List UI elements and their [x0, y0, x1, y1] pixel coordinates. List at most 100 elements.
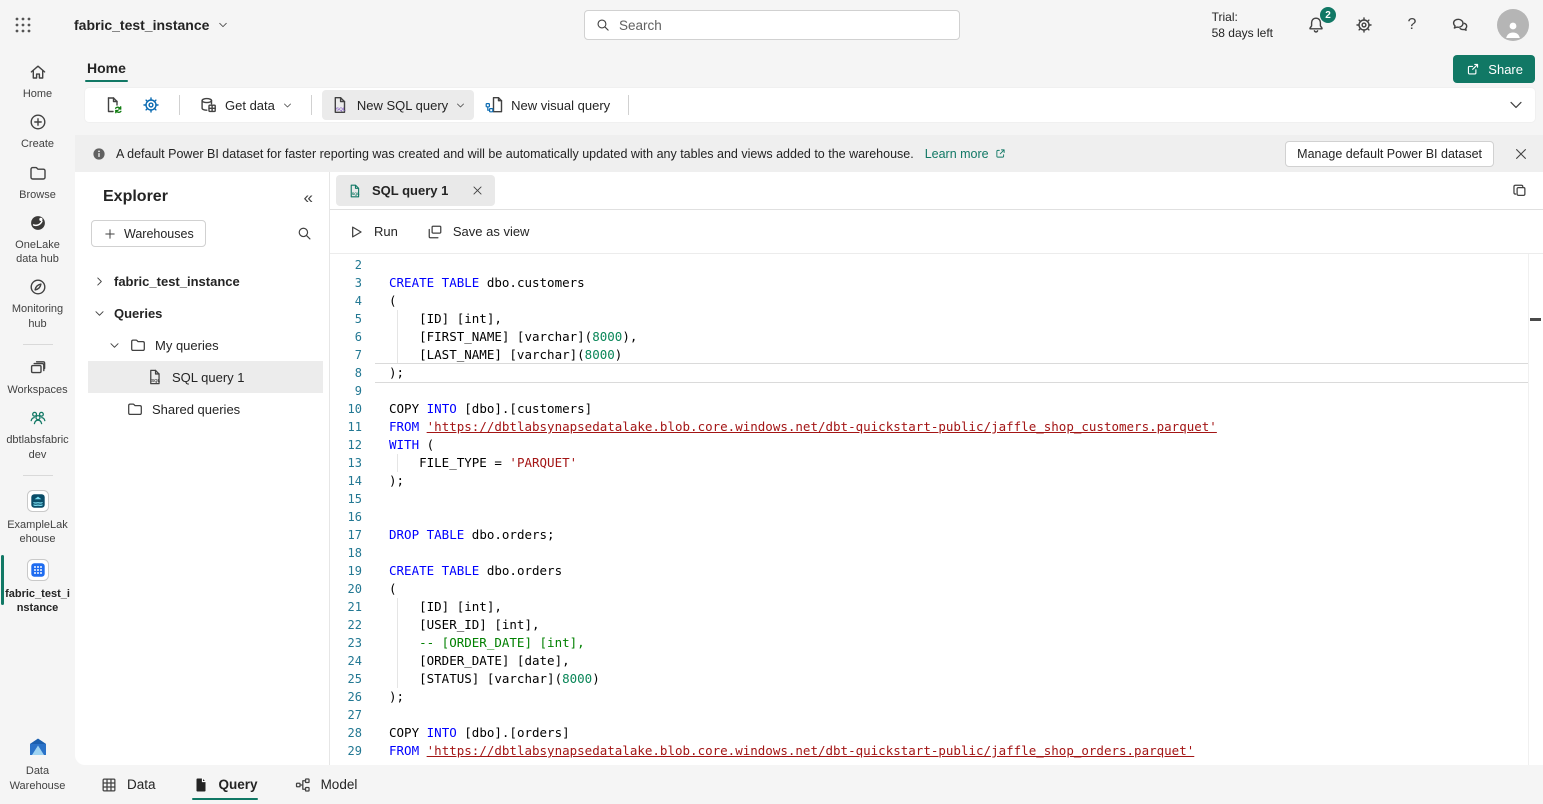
code-line-3[interactable]: 3CREATE TABLE dbo.customers	[330, 274, 1543, 292]
line-content: );	[375, 472, 404, 490]
new-visual-query-button[interactable]: New visual query	[476, 90, 618, 120]
code-line-22[interactable]: 22 [USER_ID] [int],	[330, 616, 1543, 634]
feedback-button[interactable]	[1449, 14, 1471, 36]
line-number: 14	[330, 472, 375, 490]
code-line-27[interactable]: 27	[330, 706, 1543, 724]
code-line-28[interactable]: 28COPY INTO [dbo].[orders]	[330, 724, 1543, 742]
code-line-14[interactable]: 14);	[330, 472, 1543, 490]
tree-item-shared-queries[interactable]: Shared queries	[75, 393, 329, 425]
feedback-icon	[1450, 15, 1470, 35]
save-view-icon	[426, 223, 444, 241]
explorer-search-icon[interactable]	[296, 225, 313, 242]
rail-item-dbtlabsfabricdev[interactable]: dbtlabsfabricdev	[0, 408, 75, 462]
app-launcher-button[interactable]	[0, 0, 46, 50]
tree-item-queries[interactable]: Queries	[75, 297, 329, 329]
line-content: [USER_ID] [int],	[375, 616, 540, 634]
query-tab-title: SQL query 1	[372, 183, 448, 198]
explorer-panel: Explorer « Warehouses fabric_test_instan…	[75, 172, 330, 765]
rail-item-onelake-data-hub[interactable]: OneLake data hub	[0, 213, 75, 267]
code-line-29[interactable]: 29FROM 'https://dbtlabsynapsedatalake.bl…	[330, 742, 1543, 760]
code-line-6[interactable]: 6 [FIRST_NAME] [varchar](8000),	[330, 328, 1543, 346]
code-line-11[interactable]: 11FROM 'https://dbtlabsynapsedatalake.bl…	[330, 418, 1543, 436]
toolbar-divider	[179, 95, 180, 115]
rail-item-browse[interactable]: Browse	[0, 163, 75, 202]
view-tab-query[interactable]: Query	[192, 765, 258, 804]
code-line-16[interactable]: 16	[330, 508, 1543, 526]
save-as-view-button[interactable]: Save as view	[426, 223, 530, 241]
code-line-10[interactable]: 10COPY INTO [dbo].[customers]	[330, 400, 1543, 418]
chevron-right-icon[interactable]	[93, 275, 106, 288]
code-line-25[interactable]: 25 [STATUS] [varchar](8000)	[330, 670, 1543, 688]
code-line-4[interactable]: 4(	[330, 292, 1543, 310]
chevron-down-icon[interactable]	[93, 307, 106, 320]
tree-item-sql-query-1[interactable]: SQLSQL query 1	[88, 361, 323, 393]
get-data-button[interactable]: Get data	[190, 90, 301, 120]
code-line-24[interactable]: 24 [ORDER_DATE] [date],	[330, 652, 1543, 670]
account-avatar[interactable]	[1497, 9, 1529, 41]
tab-home[interactable]: Home	[85, 54, 128, 84]
code-line-9[interactable]: 9	[330, 382, 1543, 400]
rail-item-data-warehouse[interactable]: Data Warehouse	[0, 735, 75, 793]
run-button[interactable]: Run	[347, 223, 398, 241]
code-line-12[interactable]: 12WITH (	[330, 436, 1543, 454]
code-line-19[interactable]: 19CREATE TABLE dbo.orders	[330, 562, 1543, 580]
learn-more-link[interactable]: Learn more	[925, 147, 1007, 161]
share-button[interactable]: Share	[1453, 55, 1535, 83]
code-line-18[interactable]: 18	[330, 544, 1543, 562]
tab-close-icon[interactable]	[471, 184, 484, 197]
rail-item-home[interactable]: Home	[0, 62, 75, 101]
code-line-5[interactable]: 5 [ID] [int],	[330, 310, 1543, 328]
view-tab-data[interactable]: Data	[100, 765, 156, 804]
copy-icon[interactable]	[1511, 182, 1529, 200]
settings-button[interactable]	[1353, 14, 1375, 36]
refresh-button[interactable]	[95, 90, 131, 120]
chevron-down-icon[interactable]	[108, 339, 121, 352]
code-line-17[interactable]: 17DROP TABLE dbo.orders;	[330, 526, 1543, 544]
line-number: 8	[330, 364, 375, 382]
workspace-switcher[interactable]: fabric_test_instance	[74, 17, 229, 33]
line-content: [FIRST_NAME] [varchar](8000),	[375, 328, 637, 346]
line-content: FROM 'https://dbtlabsynapsedatalake.blob…	[375, 418, 1217, 436]
explorer-collapse-icon[interactable]: «	[304, 189, 313, 206]
rail-item-workspaces[interactable]: Workspaces	[0, 358, 75, 397]
rail-item-fabric-test-instance[interactable]: fabric_test_instance	[0, 558, 75, 616]
warehouses-label: Warehouses	[124, 227, 194, 241]
rail-item-monitoring-hub[interactable]: Monitoring hub	[0, 277, 75, 331]
code-line-21[interactable]: 21 [ID] [int],	[330, 598, 1543, 616]
code-line-26[interactable]: 26);	[330, 688, 1543, 706]
global-search[interactable]	[584, 10, 960, 40]
rail-divider	[23, 344, 53, 345]
code-line-7[interactable]: 7 [LAST_NAME] [varchar](8000)	[330, 346, 1543, 364]
line-content: [ORDER_DATE] [date],	[375, 652, 570, 670]
sql-code-editor[interactable]: 23CREATE TABLE dbo.customers4(5 [ID] [in…	[330, 254, 1543, 765]
query-tab-bar: SQL SQL query 1	[330, 172, 1543, 210]
rail-item-create[interactable]: Create	[0, 112, 75, 151]
explorer-title: Explorer	[103, 188, 304, 206]
code-line-2[interactable]: 2	[330, 256, 1543, 274]
home-icon	[28, 62, 48, 82]
rail-item-label: Monitoring hub	[5, 302, 71, 331]
line-number: 19	[330, 562, 375, 580]
tree-item-my-queries[interactable]: My queries	[75, 329, 329, 361]
add-warehouses-button[interactable]: Warehouses	[91, 220, 206, 247]
code-line-15[interactable]: 15	[330, 490, 1543, 508]
search-input[interactable]	[619, 18, 949, 33]
view-tab-model[interactable]: Model	[294, 765, 358, 804]
code-line-23[interactable]: 23 -- [ORDER_DATE] [int],	[330, 634, 1543, 652]
help-button[interactable]: ?	[1401, 14, 1423, 36]
manage-dataset-button[interactable]: Manage default Power BI dataset	[1285, 141, 1494, 167]
query-tab[interactable]: SQL SQL query 1	[336, 175, 495, 206]
code-line-13[interactable]: 13 FILE_TYPE = 'PARQUET'	[330, 454, 1543, 472]
line-number: 10	[330, 400, 375, 418]
code-line-20[interactable]: 20(	[330, 580, 1543, 598]
tree-item-fabric-test-instance[interactable]: fabric_test_instance	[75, 265, 329, 297]
notifications-button[interactable]: 2	[1305, 14, 1327, 36]
scrollbar-cursor-marker[interactable]	[1530, 318, 1541, 321]
code-line-8[interactable]: 8);	[330, 364, 1543, 382]
ribbon-collapse-chevron-icon[interactable]	[1507, 96, 1525, 114]
rail-item-label: Data Warehouse	[5, 764, 71, 793]
banner-close-icon[interactable]	[1513, 146, 1529, 162]
rail-item-examplelakehouse[interactable]: ExampleLakehouse	[0, 489, 75, 547]
warehouse-settings-button[interactable]	[133, 90, 169, 120]
new-sql-query-button[interactable]: SQL New SQL query	[322, 90, 474, 120]
